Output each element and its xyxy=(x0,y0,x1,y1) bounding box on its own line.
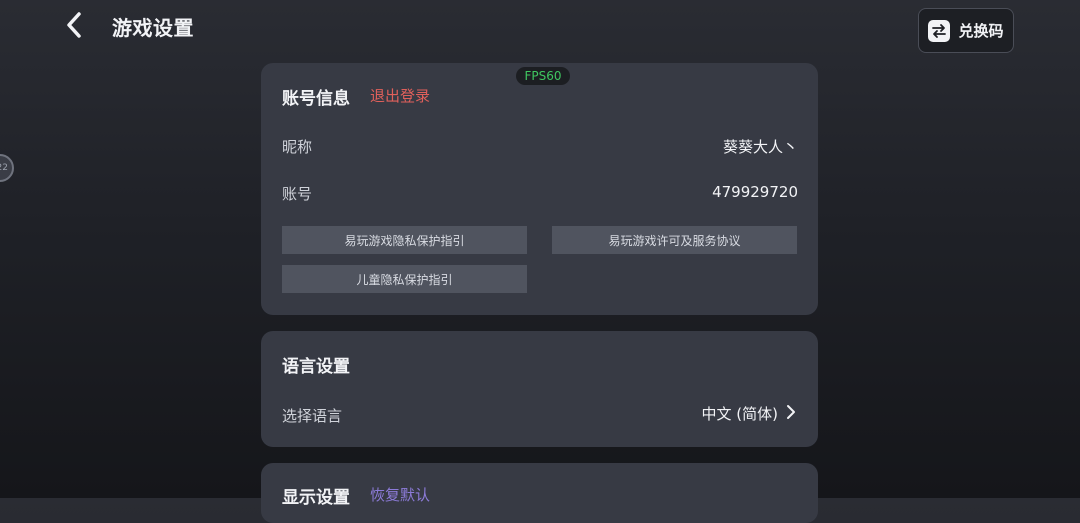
side-handle-text: 22 xyxy=(0,163,8,173)
page-title: 游戏设置 xyxy=(112,16,194,40)
language-select[interactable]: 中文 (简体) xyxy=(702,403,796,424)
chevron-left-icon xyxy=(65,11,83,43)
fps-badge: FPS60 xyxy=(516,67,570,85)
selected-language-value: 中文 (简体) xyxy=(701,405,778,423)
account-id-value: 479929720 xyxy=(712,183,798,201)
display-settings-card: 显示设置 恢复默认 xyxy=(261,463,818,523)
swap-arrows-icon xyxy=(928,19,951,42)
redeem-code-label: 兑换码 xyxy=(958,22,1004,40)
redeem-code-button[interactable]: 兑换码 xyxy=(918,8,1014,53)
restore-default-button[interactable]: 恢复默认 xyxy=(370,484,430,505)
account-id-label: 账号 xyxy=(282,185,313,203)
back-button[interactable] xyxy=(58,10,90,44)
nickname-value: 葵葵大人丶 xyxy=(722,138,798,156)
account-info-title: 账号信息 xyxy=(282,89,350,109)
account-info-card: 账号信息 退出登录 昵称 葵葵大人丶 账号 479929720 易玩游戏隐私保护… xyxy=(261,63,818,315)
select-language-label: 选择语言 xyxy=(282,407,343,425)
language-settings-title: 语言设置 xyxy=(282,357,350,377)
privacy-guide-button[interactable]: 易玩游戏隐私保护指引 xyxy=(282,226,527,254)
logout-button[interactable]: 退出登录 xyxy=(370,85,430,106)
license-agreement-button[interactable]: 易玩游戏许可及服务协议 xyxy=(552,226,797,254)
language-settings-card: 语言设置 选择语言 中文 (简体) xyxy=(261,331,818,447)
chevron-right-icon xyxy=(786,404,796,424)
floating-side-handle[interactable]: 22 xyxy=(0,154,14,182)
nickname-label: 昵称 xyxy=(282,138,313,156)
children-privacy-button[interactable]: 儿童隐私保护指引 xyxy=(282,265,527,293)
display-settings-title: 显示设置 xyxy=(282,488,350,508)
